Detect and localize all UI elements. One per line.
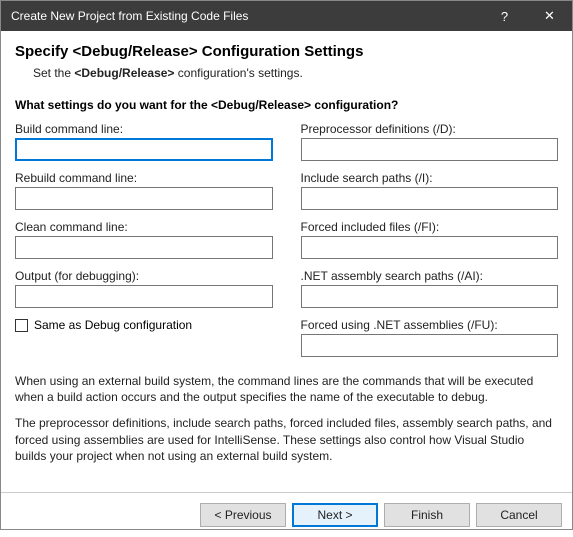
titlebar: Create New Project from Existing Code Fi… [1, 1, 572, 31]
net-assembly-paths-input[interactable] [301, 285, 559, 308]
forced-using-input[interactable] [301, 334, 559, 357]
preprocessor-label: Preprocessor definitions (/D): [301, 122, 559, 136]
description-2: The preprocessor definitions, include se… [15, 415, 558, 464]
settings-grid: Build command line: Rebuild command line… [15, 122, 558, 367]
build-command-input[interactable] [15, 138, 273, 161]
same-as-debug-label: Same as Debug configuration [34, 318, 192, 332]
include-paths-field: Include search paths (/I): [301, 171, 559, 210]
previous-button[interactable]: < Previous [200, 503, 286, 527]
include-paths-label: Include search paths (/I): [301, 171, 559, 185]
same-as-debug-row: Same as Debug configuration [15, 318, 273, 332]
output-field: Output (for debugging): [15, 269, 273, 308]
main-content: Specify <Debug/Release> Configuration Se… [1, 31, 572, 492]
page-heading: Specify <Debug/Release> Configuration Se… [15, 43, 558, 60]
preprocessor-input[interactable] [301, 138, 559, 161]
window-title: Create New Project from Existing Code Fi… [11, 9, 482, 23]
net-assembly-paths-field: .NET assembly search paths (/AI): [301, 269, 559, 308]
rebuild-command-input[interactable] [15, 187, 273, 210]
forced-include-field: Forced included files (/FI): [301, 220, 559, 259]
help-icon: ? [501, 9, 508, 24]
clean-command-label: Clean command line: [15, 220, 273, 234]
output-label: Output (for debugging): [15, 269, 273, 283]
clean-command-field: Clean command line: [15, 220, 273, 259]
button-separator [1, 492, 572, 493]
cancel-button[interactable]: Cancel [476, 503, 562, 527]
net-assembly-paths-label: .NET assembly search paths (/AI): [301, 269, 559, 283]
question-text: What settings do you want for the <Debug… [15, 98, 558, 112]
output-input[interactable] [15, 285, 273, 308]
rebuild-command-label: Rebuild command line: [15, 171, 273, 185]
finish-button[interactable]: Finish [384, 503, 470, 527]
preprocessor-field: Preprocessor definitions (/D): [301, 122, 559, 161]
description-1: When using an external build system, the… [15, 373, 558, 405]
same-as-debug-checkbox[interactable] [15, 319, 28, 332]
help-button[interactable]: ? [482, 1, 527, 31]
next-button[interactable]: Next > [292, 503, 378, 527]
close-icon: ✕ [544, 8, 555, 24]
clean-command-input[interactable] [15, 236, 273, 259]
include-paths-input[interactable] [301, 187, 559, 210]
forced-using-label: Forced using .NET assemblies (/FU): [301, 318, 559, 332]
button-row: < Previous Next > Finish Cancel [1, 503, 572, 537]
close-button[interactable]: ✕ [527, 1, 572, 31]
page-subheading: Set the <Debug/Release> configuration's … [33, 66, 558, 80]
rebuild-command-field: Rebuild command line: [15, 171, 273, 210]
forced-using-field: Forced using .NET assemblies (/FU): [301, 318, 559, 357]
build-command-field: Build command line: [15, 122, 273, 161]
build-command-label: Build command line: [15, 122, 273, 136]
forced-include-label: Forced included files (/FI): [301, 220, 559, 234]
forced-include-input[interactable] [301, 236, 559, 259]
